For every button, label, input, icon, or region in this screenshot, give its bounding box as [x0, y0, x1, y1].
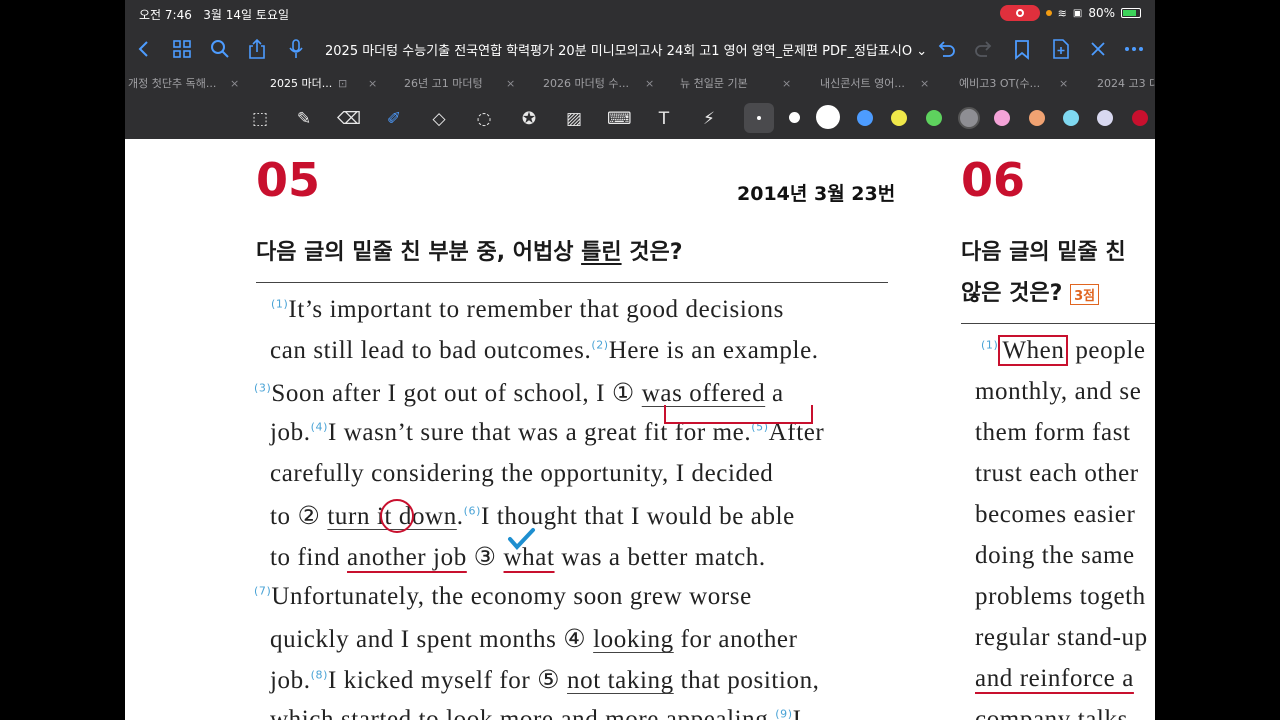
- pdf-page[interactable]: 05 2014년 3월 23번 다음 글의 밑줄 친 부분 중, 어법상 틀린 …: [125, 139, 1155, 720]
- color-swatch-yellow[interactable]: [891, 110, 907, 126]
- search-icon[interactable]: [209, 38, 231, 60]
- navigation-toolbar: 2025 마더텅 수능기출 전국연합 학력평가 20분 미니모의고사 24회 고…: [125, 30, 1155, 68]
- share-icon[interactable]: [246, 38, 268, 60]
- tab[interactable]: 뉴 천일문 기본 ×: [680, 70, 791, 98]
- battery-percent: 80%: [1088, 6, 1115, 20]
- undo-icon[interactable]: [935, 38, 957, 60]
- question-prompt: 않은 것은? 3점: [961, 275, 1100, 307]
- blue-check-annotation: [508, 528, 535, 550]
- passage-line: can still lead to bad outcomes.(2)Here i…: [270, 337, 819, 364]
- grid-icon[interactable]: [171, 38, 193, 60]
- mic-indicator-icon: [1045, 10, 1052, 16]
- question-divider: [961, 323, 1155, 324]
- tab[interactable]: 내신콘서트 영어... ×: [820, 70, 929, 98]
- image-icon[interactable]: ▨: [562, 107, 586, 131]
- color-swatch-pink[interactable]: [994, 110, 1010, 126]
- chevron-left-icon[interactable]: [133, 38, 155, 60]
- lock-rotation-icon: ▣: [1072, 7, 1083, 19]
- passage-line: carefully considering the opportunity, I…: [270, 460, 774, 487]
- eraser-icon[interactable]: ⌫: [337, 107, 361, 131]
- passage-line: becomes easier: [975, 501, 1136, 528]
- app-chrome: 오전 7:46 3월 14일 토요일 ≋ ▣ 80% 2025 마더텅 수능기출…: [125, 0, 1155, 139]
- color-swatch-red[interactable]: [1132, 110, 1148, 126]
- tab-active[interactable]: 2025 마더... ⊡ ×: [270, 70, 377, 98]
- passage-line: doing the same: [975, 542, 1135, 569]
- score-badge: 3점: [1070, 283, 1100, 305]
- redo-icon[interactable]: [973, 38, 995, 60]
- wifi-icon: ≋: [1057, 6, 1067, 20]
- mic-icon[interactable]: [285, 38, 307, 60]
- keyboard-icon[interactable]: ⌨: [607, 107, 632, 131]
- passage-line: them form fast: [975, 419, 1131, 446]
- battery-icon: [1121, 8, 1141, 18]
- shapes-icon[interactable]: ◇: [427, 107, 451, 131]
- question-prompt: 다음 글의 밑줄 친 부분 중, 어법상 틀린 것은?: [256, 240, 683, 265]
- annotation-toolbar: ⬚ ✎ ⌫ ✐ ◇ ◌ ✪ ▨ ⌨ T ⚡: [125, 99, 1155, 139]
- tab[interactable]: 26년 고1 마더텅 ×: [404, 70, 515, 98]
- screen: 오전 7:46 3월 14일 토요일 ≋ ▣ 80% 2025 마더텅 수능기출…: [125, 0, 1155, 720]
- color-swatch-orange[interactable]: [1029, 110, 1045, 126]
- question-prompt: 다음 글의 밑줄 친: [961, 240, 1126, 265]
- question-source: 2014년 3월 23번: [737, 183, 896, 205]
- color-swatch-green[interactable]: [926, 110, 942, 126]
- bookmark-icon[interactable]: [1011, 38, 1033, 60]
- add-page-icon[interactable]: [1050, 38, 1072, 60]
- close-icon[interactable]: ×: [1059, 70, 1068, 98]
- passage-line: quickly and I spent months ④ looking for…: [270, 626, 798, 653]
- document-title[interactable]: 2025 마더텅 수능기출 전국연합 학력평가 20분 미니모의고사 24회 고…: [325, 40, 927, 59]
- color-swatch-cyan[interactable]: [1063, 110, 1079, 126]
- passage-line: company talks: [975, 706, 1128, 720]
- question-number: 06: [961, 153, 1026, 207]
- status-indicators: ≋ ▣ 80%: [999, 5, 1141, 21]
- tab[interactable]: 2024 고3 대...: [1097, 70, 1155, 98]
- document-tabs: 개정 첫단추 독해... × 2025 마더... ⊡ × 26년 고1 마더텅 × 2…: [125, 70, 1155, 98]
- passage-line: (1)It’s important to remember that good …: [271, 296, 784, 323]
- text-box-icon[interactable]: T: [652, 107, 676, 131]
- highlighter-icon[interactable]: ✐: [382, 107, 406, 131]
- screen-recording-icon[interactable]: [999, 5, 1040, 21]
- passage-line: (7)Unfortunately, the economy soon grew …: [254, 583, 752, 610]
- close-icon[interactable]: ×: [230, 70, 239, 98]
- color-swatch-blue[interactable]: [857, 110, 873, 126]
- color-swatch-gray-selected[interactable]: [958, 107, 980, 129]
- question-divider: [256, 282, 888, 283]
- close-icon[interactable]: ×: [920, 70, 929, 98]
- close-icon[interactable]: ×: [782, 70, 791, 98]
- status-bar: 오전 7:46 3월 14일 토요일 ≋ ▣ 80%: [125, 0, 1155, 28]
- passage-line: monthly, and se: [975, 378, 1142, 405]
- pen-size-small[interactable]: [757, 116, 761, 120]
- tab[interactable]: 개정 첫단추 독해... ×: [128, 70, 239, 98]
- question-number: 05: [256, 153, 321, 207]
- sticker-icon[interactable]: ✪: [517, 107, 541, 131]
- passage-line: trust each other: [975, 460, 1139, 487]
- close-icon[interactable]: ×: [368, 70, 377, 98]
- more-icon[interactable]: [1123, 38, 1145, 60]
- tab[interactable]: 예비고3 OT(수... ×: [959, 70, 1068, 98]
- passage-line: problems togeth: [975, 583, 1146, 610]
- pen-size-medium[interactable]: [789, 112, 800, 123]
- close-icon[interactable]: ×: [506, 70, 515, 98]
- passage-line: job.(8)I kicked myself for ⑤ not taking …: [270, 667, 820, 694]
- passage-line: which started to look more and more appe…: [270, 706, 802, 720]
- laser-pointer-icon[interactable]: ⚡: [697, 107, 721, 131]
- status-time: 오전 7:46 3월 14일 토요일: [139, 8, 290, 22]
- close-icon[interactable]: [1087, 38, 1109, 60]
- color-swatch-lavender[interactable]: [1097, 110, 1113, 126]
- passage-line: (1) When people: [981, 335, 1146, 366]
- close-icon[interactable]: ×: [645, 70, 654, 98]
- red-circle-annotation: [380, 499, 414, 533]
- red-bracket-annotation: [664, 405, 813, 424]
- pen-size-large[interactable]: [816, 105, 840, 129]
- passage-line: and reinforce a: [975, 665, 1134, 692]
- pen-icon[interactable]: ✎: [292, 107, 316, 131]
- split-view-icon[interactable]: ⊡: [338, 70, 347, 98]
- image-lasso-icon[interactable]: ⬚: [248, 107, 272, 131]
- lasso-icon[interactable]: ◌: [472, 107, 496, 131]
- passage-line: regular stand-up: [975, 624, 1148, 651]
- tab[interactable]: 2026 마더텅 수... ×: [543, 70, 654, 98]
